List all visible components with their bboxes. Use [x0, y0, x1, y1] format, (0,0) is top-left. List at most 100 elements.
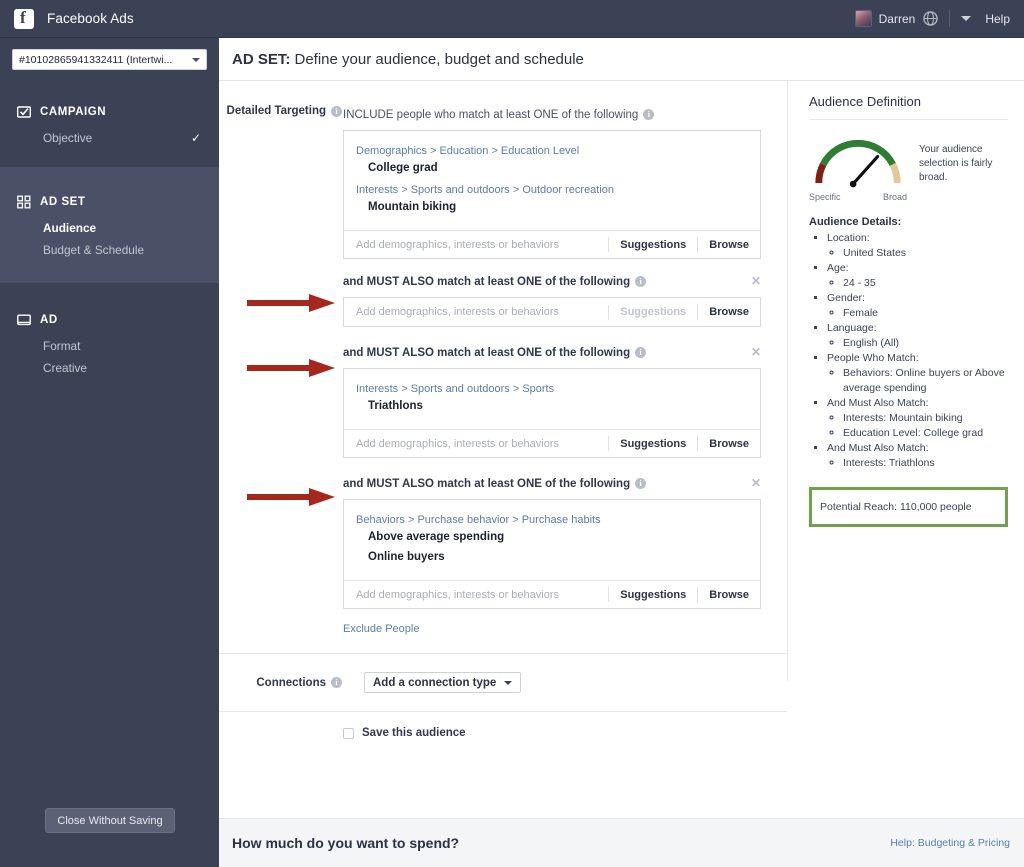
divider [949, 10, 950, 27]
brand-title: Facebook Ads [47, 11, 134, 26]
browse-button[interactable]: Browse [698, 589, 760, 601]
close-icon[interactable]: ✕ [751, 476, 761, 490]
close-without-saving-button[interactable]: Close Without Saving [45, 808, 175, 833]
budget-help-link[interactable]: Help: Budgeting & Pricing [890, 837, 1010, 849]
close-icon[interactable]: ✕ [751, 345, 761, 359]
save-audience-label: Save this audience [362, 727, 466, 739]
chevron-down-icon[interactable] [961, 16, 971, 21]
avatar[interactable] [855, 10, 872, 27]
targeting-path[interactable]: Interests > Sports and outdoors > Outdoo… [344, 180, 760, 199]
targeting-box-4-items: Behaviors > Purchase behavior > Purchase… [344, 500, 760, 580]
targeting-input-row-2: Add demographics, interests or behaviors… [344, 298, 760, 326]
detail-children: United States [827, 246, 1008, 261]
campaign-icon [17, 105, 31, 119]
detailed-targeting-row: Detailed Targetingi INCLUDE people who m… [219, 81, 787, 635]
save-audience-checkbox[interactable] [343, 728, 354, 739]
list-item: Behaviors: Online buyers or Above averag… [843, 366, 1008, 396]
user-name[interactable]: Darren [879, 12, 916, 26]
arrow-to-fourth-targeting-block [247, 488, 335, 506]
browse-button[interactable]: Browse [698, 438, 760, 450]
info-icon[interactable]: i [331, 677, 342, 688]
sidebar-item-label: Creative [43, 361, 87, 375]
targeting-input[interactable]: Add demographics, interests or behaviors [356, 306, 608, 318]
targeting-value[interactable]: College grad [344, 160, 760, 180]
gauge-note: Your audience selection is fairly broad. [907, 132, 1008, 202]
targeting-value[interactable]: Mountain biking [344, 199, 760, 219]
targeting-input[interactable]: Add demographics, interests or behaviors [356, 239, 608, 251]
sidebar-item-creative[interactable]: Creative [0, 357, 219, 379]
targeting-input[interactable]: Add demographics, interests or behaviors [356, 438, 608, 450]
suggestions-button[interactable]: Suggestions [609, 438, 697, 450]
list-item: And Must Also Match: Interests: Mountain… [827, 396, 1008, 441]
list-item: Language: English (All) [827, 321, 1008, 351]
info-icon[interactable]: i [635, 478, 646, 489]
info-icon[interactable]: i [331, 106, 342, 117]
exclude-people-link[interactable]: Exclude People [343, 623, 761, 635]
arrow-to-second-targeting-block [247, 294, 335, 312]
browse-button[interactable]: Browse [698, 239, 760, 251]
list-item: Location: United States [827, 231, 1008, 261]
info-icon[interactable]: i [643, 109, 654, 120]
account-select-value: #10102865941332411 (Intertwi... [19, 54, 172, 66]
connection-type-value: Add a connection type [373, 677, 496, 689]
detail-children: Behaviors: Online buyers or Above averag… [827, 366, 1008, 396]
nav-head-adset[interactable]: AD SET [0, 187, 219, 217]
suggestions-button[interactable]: Suggestions [609, 306, 697, 318]
list-item: Interests: Mountain biking [843, 411, 1008, 426]
chevron-down-icon [504, 681, 512, 685]
globe-icon[interactable] [923, 11, 938, 26]
page-title: AD SET: Define your audience, budget and… [232, 51, 584, 68]
nav-head-campaign[interactable]: CAMPAIGN [0, 97, 219, 127]
targeting-input[interactable]: Add demographics, interests or behaviors [356, 589, 608, 601]
info-icon[interactable]: i [635, 347, 646, 358]
list-item: Education Level: College grad [843, 426, 1008, 441]
ad-screen-icon [17, 313, 31, 327]
sidebar-item-budget-schedule[interactable]: Budget & Schedule [0, 239, 219, 261]
connections-label-text: Connections [256, 677, 326, 689]
info-icon[interactable]: i [635, 276, 646, 287]
detail-label: And Must Also Match: [827, 442, 929, 454]
targeting-block-4: and MUST ALSO match at least ONE of the … [343, 473, 761, 609]
detail-children: English (All) [827, 336, 1008, 351]
sidebar-item-label: Audience [43, 221, 96, 235]
targeting-input-row-3: Add demographics, interests or behaviors… [344, 429, 760, 457]
nav-group-adset: AD SET Audience Budget & Schedule [0, 167, 219, 283]
targeting-path[interactable]: Behaviors > Purchase behavior > Purchase… [344, 510, 760, 529]
targeting-block-1: INCLUDE people who match at least ONE of… [343, 104, 761, 259]
list-item: Gender: Female [827, 291, 1008, 321]
browse-button[interactable]: Browse [698, 306, 760, 318]
page-title-prefix: AD SET: [232, 51, 290, 68]
help-link[interactable]: Help [985, 12, 1010, 26]
account-select[interactable]: #10102865941332411 (Intertwi... [12, 49, 207, 70]
suggestions-button[interactable]: Suggestions [609, 589, 697, 601]
adset-grid-icon [17, 195, 31, 209]
gauge-label-broad: Broad [883, 192, 907, 202]
audience-definition-panel: Audience Definition Specific [787, 81, 1024, 681]
targeting-value[interactable]: Online buyers [344, 549, 760, 569]
list-item: Female [843, 306, 1008, 321]
targeting-value[interactable]: Above average spending [344, 529, 760, 549]
connection-type-select[interactable]: Add a connection type [364, 672, 521, 693]
detail-label: Gender: [827, 292, 865, 304]
connections-label: Connections i [219, 677, 342, 689]
chevron-down-icon [192, 58, 200, 62]
nav-head-ad[interactable]: AD [0, 305, 219, 335]
targeting-path[interactable]: Demographics > Education > Education Lev… [344, 141, 760, 160]
sidebar-item-audience[interactable]: Audience [0, 217, 219, 239]
list-item: United States [843, 246, 1008, 261]
sidebar-item-objective[interactable]: Objective ✓ [0, 127, 219, 149]
suggestions-button[interactable]: Suggestions [609, 239, 697, 251]
targeting-value[interactable]: Triathlons [344, 398, 760, 418]
sidebar-item-format[interactable]: Format [0, 335, 219, 357]
close-icon[interactable]: ✕ [751, 274, 761, 288]
targeting-path[interactable]: Interests > Sports and outdoors > Sports [344, 379, 760, 398]
top-bar: Facebook Ads Darren Help [0, 0, 1024, 38]
list-item: English (All) [843, 336, 1008, 351]
facebook-logo-icon [14, 9, 34, 29]
nav-head-adset-label: AD SET [40, 196, 85, 208]
targeting-box-3-items: Interests > Sports and outdoors > Sports… [344, 369, 760, 429]
detail-children: 24 - 35 [827, 276, 1008, 291]
targeting-box-3: Interests > Sports and outdoors > Sports… [343, 368, 761, 458]
targeting-block-4-header: and MUST ALSO match at least ONE of the … [343, 473, 761, 494]
top-bar-right: Darren Help [855, 10, 1024, 27]
